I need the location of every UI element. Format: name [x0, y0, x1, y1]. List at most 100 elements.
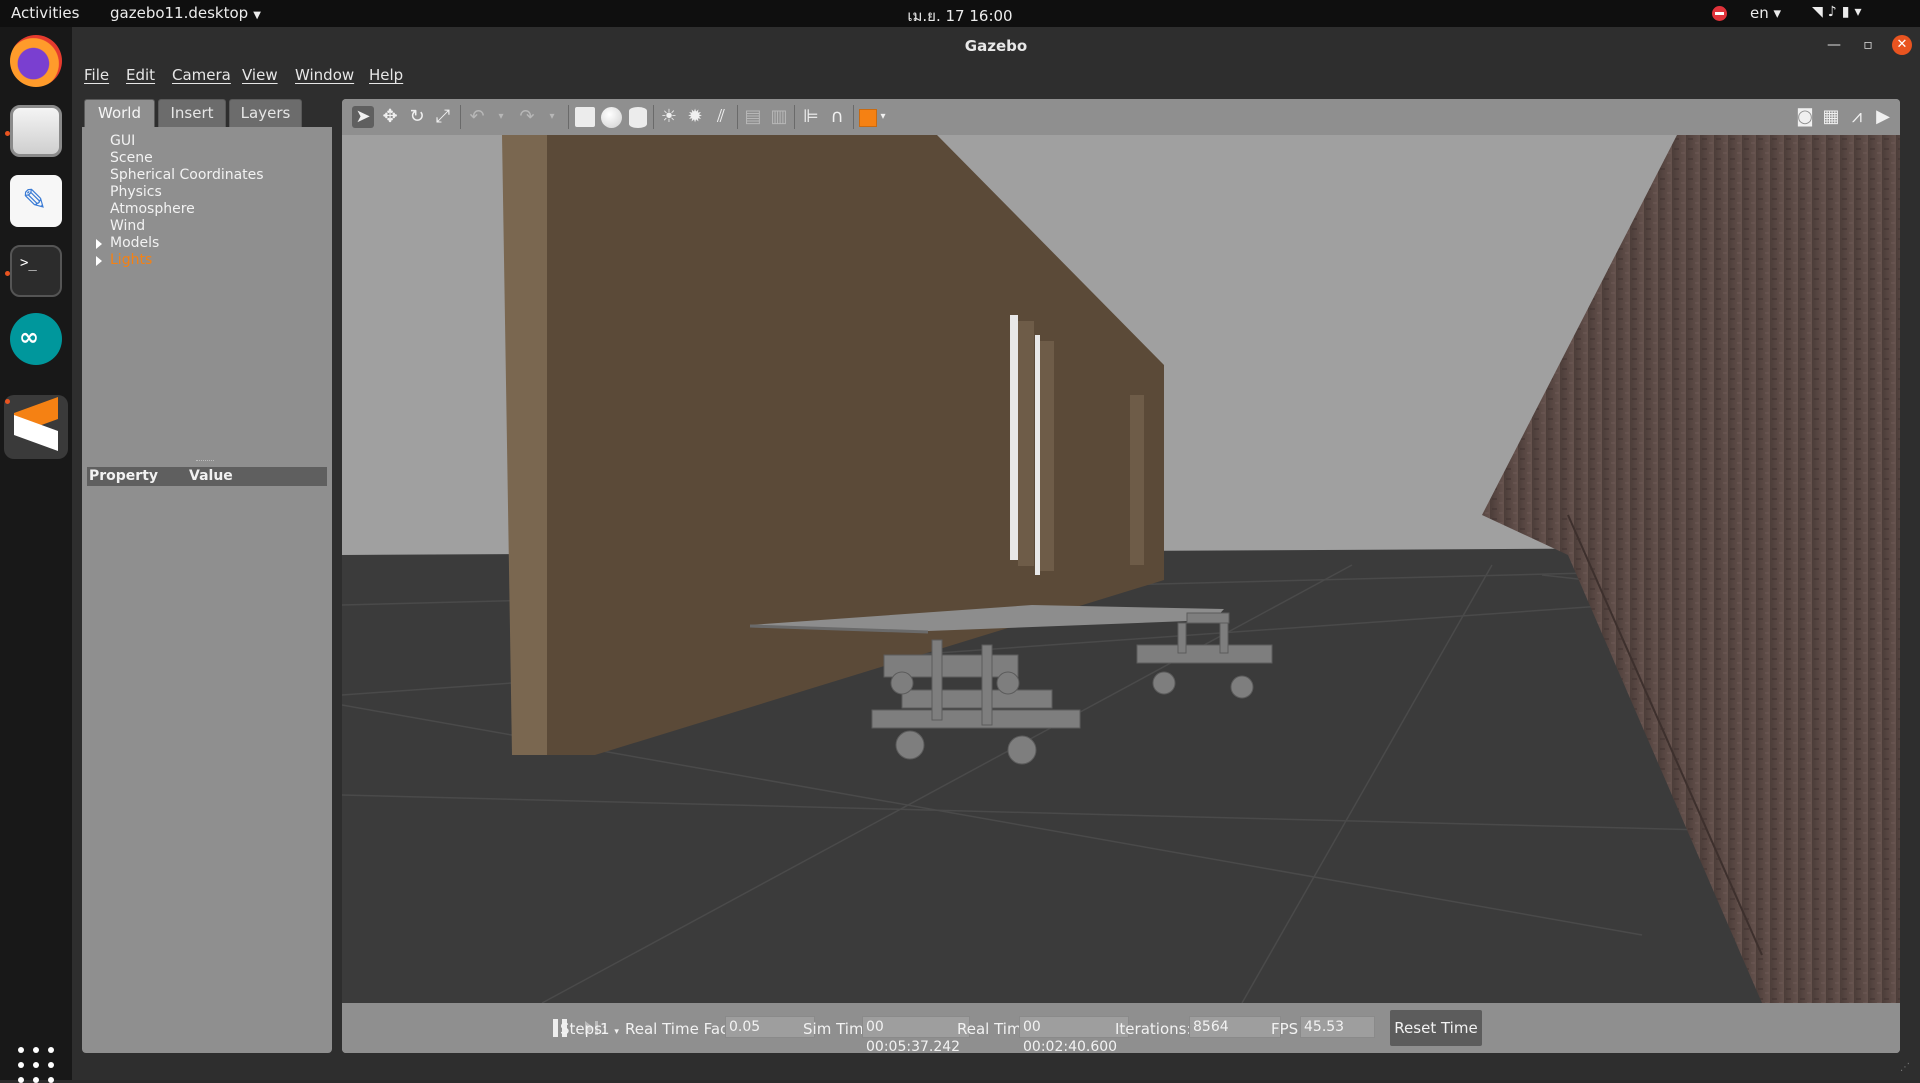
tree-item-models[interactable]: Models: [82, 235, 332, 252]
paste-icon[interactable]: ▥: [768, 106, 790, 128]
redo-icon[interactable]: ↷: [516, 106, 538, 128]
iterations-field: 8564: [1189, 1016, 1281, 1038]
language-label: en: [1750, 4, 1769, 22]
screenshot-icon[interactable]: ◙: [1794, 106, 1816, 128]
tree-item-label: Models: [110, 235, 160, 251]
sphere-icon[interactable]: [601, 107, 622, 128]
tree-item-gui[interactable]: GUI: [82, 133, 332, 150]
gazebo-icon[interactable]: [10, 396, 62, 453]
property-column-header: Property: [89, 468, 159, 484]
gazebo-window: Gazebo — ▫ ✕ File Edit Camera View Windo…: [72, 27, 1920, 1080]
maximize-icon[interactable]: ▫: [1858, 35, 1878, 55]
text-editor-icon[interactable]: ✎: [10, 175, 62, 227]
pillar: [1010, 315, 1018, 560]
do-not-disturb-icon[interactable]: [1712, 6, 1727, 21]
panel-splitter-handle[interactable]: [196, 460, 214, 462]
tree-item-label: Spherical Coordinates: [110, 167, 264, 183]
rotate-icon[interactable]: ↻: [406, 106, 428, 128]
firefox-icon[interactable]: [10, 35, 62, 87]
left-panel: World Insert Layers GUI Scene Spherical …: [82, 99, 332, 1053]
tree-item-lights[interactable]: Lights: [82, 252, 332, 269]
iterations-label: Iterations:: [1115, 1020, 1192, 1038]
clock[interactable]: เม.ย. 17 16:00: [0, 4, 1920, 28]
scene-frame: ➤ ✥ ↻ ⤢ ↶ ▾ ↷ ▾ ☀ ✹ ⫽ ▤ ▥ ⊫ ∩ ▾ ◙ ▦ ⩘ ▶ …: [342, 99, 1900, 1053]
menu-edit[interactable]: Edit: [126, 66, 155, 84]
spot-light-icon[interactable]: ✹: [684, 106, 706, 128]
tab-insert[interactable]: Insert: [158, 99, 226, 127]
terminal-icon[interactable]: >_: [10, 245, 62, 297]
chevron-down-icon[interactable]: ▾: [541, 106, 563, 128]
close-icon[interactable]: ✕: [1892, 35, 1912, 55]
menu-help[interactable]: Help: [369, 66, 403, 84]
translate-icon[interactable]: ✥: [379, 106, 401, 128]
reset-time-button[interactable]: Reset Time: [1390, 1010, 1482, 1046]
plot-icon[interactable]: ⩘: [1846, 106, 1868, 128]
magnet-icon[interactable]: ∩: [826, 106, 848, 128]
tree-item-label: GUI: [110, 133, 136, 149]
terminal-prompt-icon: >_: [20, 255, 37, 271]
language-indicator[interactable]: en ▾: [1750, 4, 1781, 22]
chevron-down-icon: ▾: [614, 1027, 619, 1037]
tree-item-label: Wind: [110, 218, 146, 234]
scene-toolbar: ➤ ✥ ↻ ⤢ ↶ ▾ ↷ ▾ ☀ ✹ ⫽ ▤ ▥ ⊫ ∩ ▾ ◙ ▦ ⩘ ▶: [342, 99, 1900, 135]
chevron-down-icon[interactable]: ▾: [490, 106, 512, 128]
expand-arrow-icon[interactable]: [96, 239, 102, 249]
infinity-icon: ∞: [19, 323, 39, 351]
menu-file[interactable]: File: [84, 66, 109, 84]
property-table-header: Property Value: [87, 467, 327, 486]
menu-bar: File Edit Camera View Window Help: [72, 63, 1920, 89]
steps-spinbox[interactable]: 1 ▾: [600, 1020, 619, 1038]
tree-item-scene[interactable]: Scene: [82, 150, 332, 167]
resize-grip-icon[interactable]: ⋰: [1900, 1062, 1910, 1073]
tree-item-spherical-coordinates[interactable]: Spherical Coordinates: [82, 167, 332, 184]
fps-field: 45.53: [1300, 1016, 1375, 1038]
pillar: [1035, 335, 1040, 575]
3d-viewport[interactable]: [342, 135, 1900, 1003]
pillar: [1130, 395, 1144, 565]
align-icon[interactable]: ⊫: [800, 106, 822, 128]
tree-item-label: Scene: [110, 150, 153, 166]
select-arrow-icon[interactable]: ➤: [352, 106, 374, 128]
copy-icon[interactable]: ▤: [742, 106, 764, 128]
real-time-factor-field: 0.05: [725, 1016, 815, 1038]
chevron-down-icon: ▾: [1854, 4, 1867, 20]
chevron-down-icon[interactable]: ▾: [872, 106, 894, 128]
show-applications-icon[interactable]: [18, 1047, 54, 1083]
tree-item-label: Physics: [110, 184, 162, 200]
running-indicator: [5, 399, 10, 404]
system-tray[interactable]: ◥♪▮▾: [1812, 4, 1866, 20]
directional-light-icon[interactable]: ⫽: [710, 106, 732, 128]
title-bar[interactable]: Gazebo — ▫ ✕: [72, 27, 1920, 63]
record-video-icon[interactable]: ▶: [1872, 106, 1894, 128]
tab-layers[interactable]: Layers: [229, 99, 302, 127]
cylinder-icon[interactable]: [629, 107, 647, 128]
files-icon[interactable]: [10, 105, 62, 157]
world-tree: GUI Scene Spherical Coordinates Physics …: [82, 133, 332, 269]
arduino-icon[interactable]: ∞: [10, 313, 62, 365]
menu-view[interactable]: View: [242, 66, 278, 84]
expand-arrow-icon[interactable]: [96, 256, 102, 266]
minimize-icon[interactable]: —: [1824, 35, 1844, 55]
fps-label: FPS:: [1271, 1020, 1304, 1038]
simulation-controls: Steps: 1 ▾ Real Time Factor: 0.05 Sim Ti…: [342, 1003, 1900, 1053]
scale-icon[interactable]: ⤢: [432, 106, 454, 128]
tree-item-atmosphere[interactable]: Atmosphere: [82, 201, 332, 218]
dock: ✎ >_ ∞: [0, 27, 72, 1083]
menu-camera[interactable]: Camera: [172, 66, 231, 84]
box-icon[interactable]: [575, 107, 595, 127]
menu-window[interactable]: Window: [295, 66, 354, 84]
volume-icon: ♪: [1827, 4, 1842, 20]
tree-item-label: Atmosphere: [110, 201, 195, 217]
window-title: Gazebo: [964, 37, 1028, 55]
real-time-field: 00 00:02:40.600: [1019, 1016, 1129, 1053]
tree-item-wind[interactable]: Wind: [82, 218, 332, 235]
pillar: [1040, 341, 1054, 571]
log-icon[interactable]: ▦: [1820, 106, 1842, 128]
tab-world[interactable]: World: [84, 99, 155, 127]
sim-time-field: 00 00:05:37.242: [862, 1016, 970, 1053]
battery-icon: ▮: [1841, 4, 1855, 20]
point-light-icon[interactable]: ☀: [658, 106, 680, 128]
tree-item-physics[interactable]: Physics: [82, 184, 332, 201]
panel-tabs: World Insert Layers: [82, 99, 332, 127]
undo-icon[interactable]: ↶: [466, 106, 488, 128]
